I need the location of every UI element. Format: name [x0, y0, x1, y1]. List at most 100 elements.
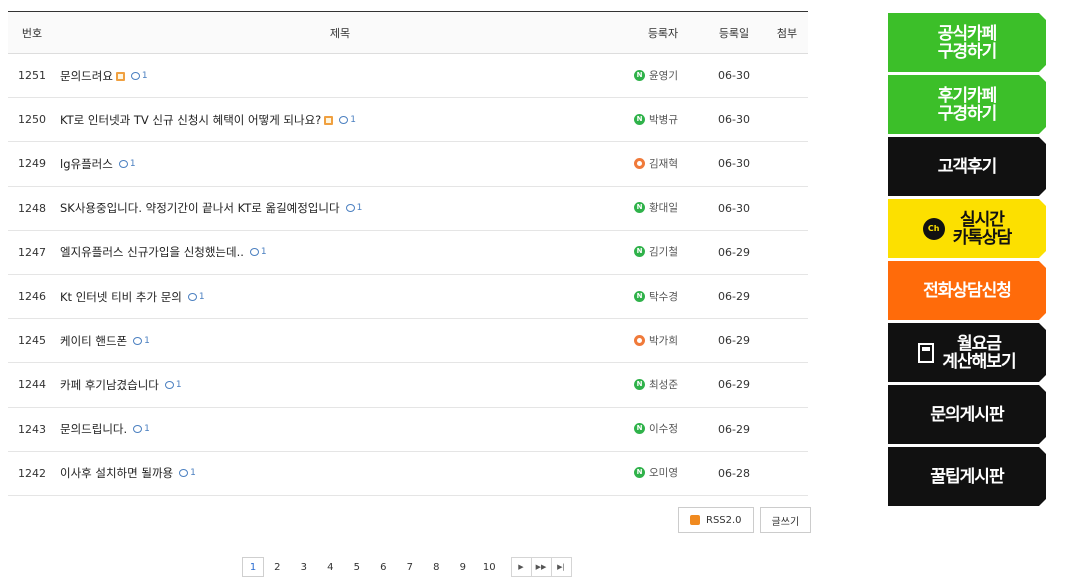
board-buttons: RSS2.0 글쓰기: [678, 507, 812, 533]
post-writer[interactable]: 이수정: [634, 421, 678, 436]
post-attachment: [766, 142, 808, 186]
naver-badge-icon: [634, 246, 645, 258]
post-attachment: [766, 230, 808, 274]
comment-bubble-icon: [133, 425, 143, 434]
post-title-link[interactable]: 엘지유플러스 신규가입을 신청했는데..: [60, 245, 244, 259]
page-2[interactable]: 2: [264, 557, 291, 577]
post-attachment: [766, 98, 808, 142]
post-title-link[interactable]: 이사후 설치하면 될까용: [60, 466, 173, 480]
sidebar-button-label: 후기카페 구경하기: [937, 85, 997, 124]
writer-name: 최성준: [649, 378, 678, 391]
post-title-link[interactable]: SK사용중입니다. 약정기간이 끝나서 KT로 옮길예정입니다: [60, 201, 340, 215]
post-writer[interactable]: 황대일: [634, 200, 678, 215]
writer-name: 박가희: [649, 334, 678, 347]
sidebar-button-4[interactable]: 전화상담신청: [888, 261, 1046, 320]
post-title-link[interactable]: 케이티 핸드폰: [60, 334, 127, 348]
sidebar-button-0[interactable]: 공식카페 구경하기: [888, 13, 1046, 72]
page-9[interactable]: 9: [450, 557, 477, 577]
post-title-link[interactable]: 문의드립니다.: [60, 422, 127, 436]
post-date: 06-30: [718, 201, 750, 215]
post-date: 06-30: [718, 157, 750, 171]
post-attachment: [766, 54, 808, 98]
post-title-link[interactable]: Kt 인터넷 티비 추가 문의: [60, 290, 182, 304]
comment-count[interactable]: 1: [133, 424, 150, 434]
comment-count[interactable]: 1: [130, 70, 148, 81]
table-row: 1245 케이티 핸드폰 1 박가희 06-29: [8, 319, 808, 363]
post-writer[interactable]: 탁수경: [634, 289, 678, 304]
post-writer[interactable]: 김기철: [634, 244, 678, 259]
sidebar-button-label: 문의게시판: [930, 404, 1004, 425]
page-6[interactable]: 6: [370, 557, 397, 577]
table-row: 1248 SK사용중입니다. 약정기간이 끝나서 KT로 옮길예정입니다 1 황대일 0…: [8, 186, 808, 231]
post-number: 1248: [18, 201, 46, 215]
next-page-icon[interactable]: ▶: [510, 557, 532, 577]
page-3[interactable]: 3: [291, 557, 318, 577]
comment-bubble-icon: [339, 115, 349, 124]
comment-count[interactable]: 1: [179, 468, 196, 478]
post-writer[interactable]: 박병규: [634, 112, 678, 127]
write-button[interactable]: 글쓰기: [759, 507, 812, 533]
comment-count-value: 1: [141, 70, 148, 81]
post-title-link[interactable]: 카페 후기남겼습니다: [60, 378, 159, 392]
user-badge-icon: [634, 334, 645, 346]
comment-bubble-icon: [187, 292, 197, 301]
comment-count[interactable]: 1: [249, 247, 267, 257]
post-writer[interactable]: 윤영기: [634, 68, 678, 83]
comment-count[interactable]: 1: [118, 158, 136, 169]
comment-count-value: 1: [190, 468, 196, 479]
header-num: 번호: [21, 26, 43, 40]
last-page-icon[interactable]: ▶|: [550, 557, 572, 577]
table-row: 1246 Kt 인터넷 티비 추가 문의 1 탁수경 06-29: [8, 274, 808, 319]
rss-icon: [690, 515, 700, 525]
sidebar-button-3[interactable]: Ch 실시간 카톡상담: [888, 199, 1046, 258]
table-row: 1250 KT로 인터넷과 TV 신규 신청시 혜택이 어떻게 되나요? 1 박병규 0…: [8, 98, 808, 142]
sidebar-button-2[interactable]: 고객후기: [888, 137, 1046, 196]
comment-count-value: 1: [129, 158, 136, 169]
post-writer[interactable]: 최성준: [634, 377, 678, 392]
page-5[interactable]: 5: [344, 557, 371, 577]
naver-badge-icon: [634, 69, 645, 81]
sidebar-button-5[interactable]: 월요금 계산해보기: [888, 323, 1046, 382]
comment-count-value: 1: [144, 424, 150, 435]
naver-badge-icon: [634, 113, 645, 125]
table-row: 1244 카페 후기남겼습니다 1 최성준 06-29: [8, 363, 808, 407]
sidebar-button-6[interactable]: 문의게시판: [888, 385, 1046, 444]
post-number: 1249: [18, 157, 46, 171]
page-8[interactable]: 8: [423, 557, 450, 577]
comment-count-value: 1: [350, 114, 357, 125]
post-number: 1244: [18, 378, 46, 392]
table-row: 1242 이사후 설치하면 될까용 1 오미영 06-28: [8, 451, 808, 496]
writer-name: 황대일: [649, 202, 678, 215]
rss-button[interactable]: RSS2.0: [678, 507, 754, 533]
next-block-icon[interactable]: ▶▶: [530, 557, 552, 577]
comment-count[interactable]: 1: [187, 292, 205, 302]
comment-count[interactable]: 1: [164, 380, 182, 390]
board: 번호 제목 등록자 등록일 첨부 1251 문의드려요 1 윤영기 06-30 1250 K…: [8, 11, 808, 496]
page-1[interactable]: 1: [242, 557, 264, 577]
post-writer[interactable]: 박가희: [634, 333, 678, 348]
post-writer[interactable]: 오미영: [634, 465, 678, 480]
header-file: 첨부: [776, 26, 798, 40]
post-writer[interactable]: 김재혁: [634, 156, 678, 171]
post-title-link[interactable]: KT로 인터넷과 TV 신규 신청시 혜택이 어떻게 되나요?: [60, 113, 321, 127]
post-number: 1251: [18, 69, 46, 83]
page-4[interactable]: 4: [317, 557, 344, 577]
post-date: 06-29: [718, 334, 750, 348]
sidebar-button-7[interactable]: 꿀팁게시판: [888, 447, 1046, 506]
post-attachment: [766, 363, 808, 407]
comment-count[interactable]: 1: [133, 336, 150, 346]
comment-count-value: 1: [144, 335, 150, 346]
post-date: 06-30: [718, 113, 750, 127]
sidebar-button-label: 꿀팁게시판: [930, 466, 1004, 487]
post-number: 1247: [18, 245, 46, 259]
comment-bubble-icon: [345, 204, 355, 213]
comment-count[interactable]: 1: [339, 115, 356, 125]
writer-name: 이수정: [649, 423, 678, 436]
post-number: 1245: [18, 334, 46, 348]
sidebar-button-1[interactable]: 후기카페 구경하기: [888, 75, 1046, 134]
page-7[interactable]: 7: [397, 557, 424, 577]
page-10[interactable]: 10: [476, 557, 503, 577]
comment-count[interactable]: 1: [345, 203, 362, 213]
post-title-link[interactable]: 문의드려요: [60, 69, 113, 83]
post-title-link[interactable]: lg유플러스: [60, 157, 113, 171]
